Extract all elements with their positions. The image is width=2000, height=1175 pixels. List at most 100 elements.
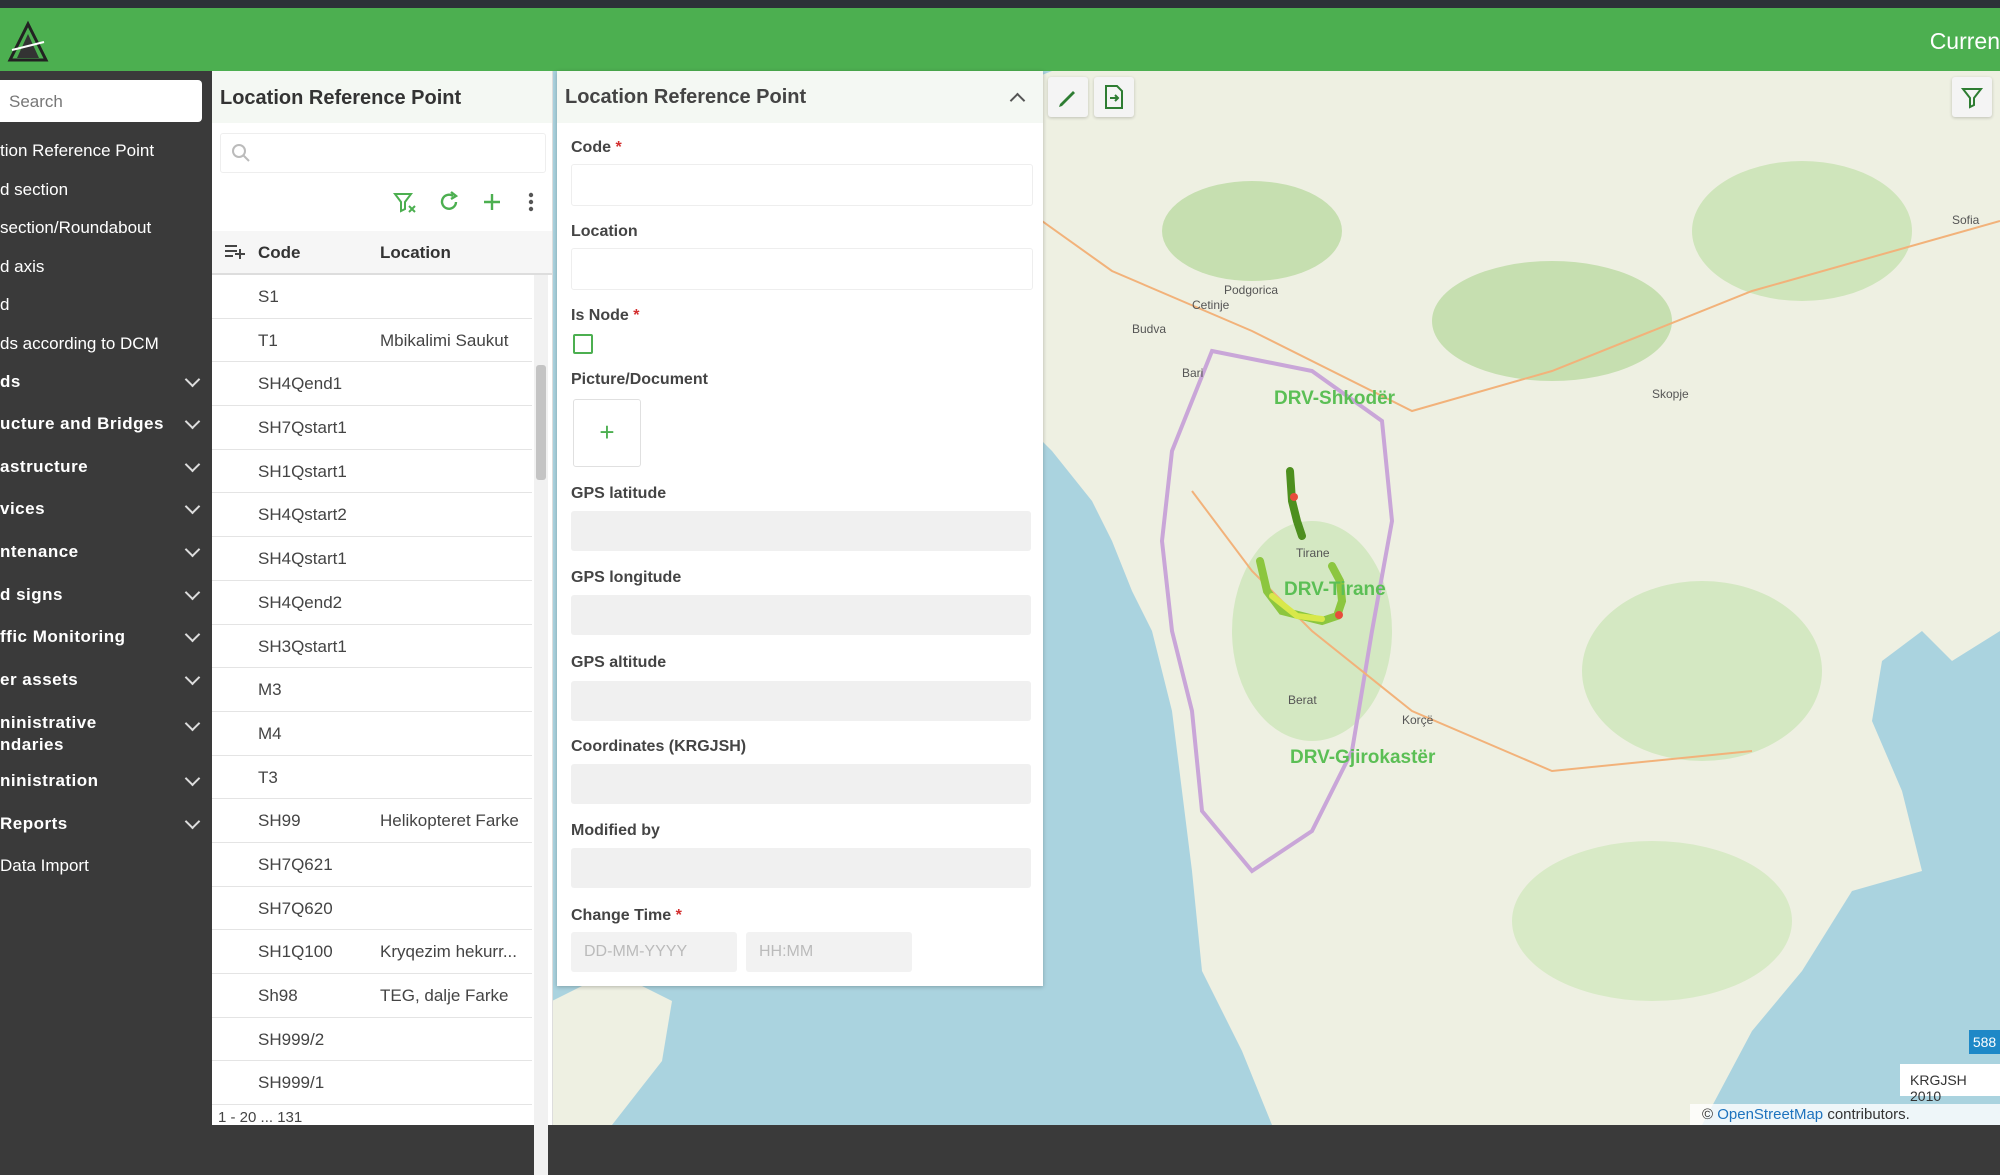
list-scrollbar[interactable] [534,275,548,1175]
chevron-down-icon [184,457,201,473]
route-point[interactable] [1335,611,1343,619]
sidebar-group-infrastructure[interactable]: astructure [0,457,212,477]
cell-location: Helikopteret Farke [380,811,519,831]
sidebar-group-other-assets[interactable]: er assets [0,670,212,690]
change-date-input[interactable]: DD-MM-YYYY [571,932,737,972]
cell-location: Mbikalimi Saukut [380,330,509,350]
column-header-location[interactable]: Location [380,243,451,263]
sidebar: Search tion Reference Point d section se… [0,71,212,1125]
forest-area [1692,161,1912,301]
column-header-code[interactable]: Code [258,243,301,263]
table-row[interactable]: SH4Qend2 [212,581,532,625]
forest-area [1582,581,1822,761]
export-document-button[interactable] [1094,77,1134,117]
add-icon[interactable] [479,189,505,215]
forest-area [1512,841,1792,1001]
chevron-down-icon [184,627,201,643]
table-row[interactable]: M3 [212,668,532,712]
add-picture-button[interactable]: + [573,399,641,467]
openstreetmap-link[interactable]: OpenStreetMap [1717,1106,1823,1123]
sidebar-search-placeholder: Search [9,92,63,111]
table-row[interactable]: Sh98 TEG, dalje Farke [212,974,532,1018]
table-row[interactable]: SH4Qend1 [212,362,532,407]
sidebar-group-road-signs[interactable]: d signs [0,585,212,605]
document-export-icon [1105,85,1123,109]
cell-code: M4 [258,723,282,743]
cell-code: SH7Q620 [258,898,333,918]
table-header: Code Location [212,231,552,275]
table-row[interactable]: SH7Qstart1 [212,406,532,450]
sidebar-item-label: d signs [0,585,64,604]
table-row[interactable]: M4 [212,712,532,756]
chevron-down-icon [184,771,201,787]
sidebar-group-administration[interactable]: ninistration [0,771,212,791]
sidebar-item-road-section[interactable]: d section [0,180,212,200]
place-label: Cetinje [1192,298,1230,312]
sidebar-item-road[interactable]: d [0,295,212,315]
current-user-label[interactable]: Curren [1930,28,2000,55]
sidebar-item-intersection[interactable]: section/Roundabout [0,218,212,238]
table-row[interactable]: T1 Mbikalimi Saukut [212,319,532,363]
location-input[interactable] [571,248,1033,290]
detail-form-panel: Location Reference Point Code * Location… [557,71,1043,986]
cell-code: SH4Qstart1 [258,549,347,569]
location-label: Location [571,223,638,240]
code-input[interactable] [571,164,1033,206]
is-node-checkbox[interactable] [573,334,593,354]
filter-clear-icon[interactable] [392,189,418,215]
sidebar-group-reports[interactable]: Reports [0,814,212,834]
sidebar-item-location-reference-point[interactable]: tion Reference Point [0,141,212,161]
map-scale-badge[interactable]: 588 [1969,1030,2000,1054]
sidebar-group-roads[interactable]: ds [0,372,212,392]
table-row[interactable]: S1 [212,275,532,319]
map-attribution: © OpenStreetMap contributors. [1690,1104,2000,1125]
table-row[interactable]: SH4Qstart1 [212,537,532,581]
app-logo-icon[interactable] [6,20,50,64]
table-row[interactable]: SH7Q620 [212,887,532,931]
table-row[interactable]: SH999/1 [212,1061,532,1106]
gps-latitude-field [571,511,1031,551]
table-row[interactable]: SH4Qstart2 [212,493,532,538]
place-label: Berat [1288,693,1317,707]
sidebar-item-data-import[interactable]: Data Import [0,856,212,876]
table-row[interactable]: T3 [212,756,532,800]
sidebar-item-label: ffic Monitoring [0,627,126,646]
chevron-up-icon[interactable] [1009,92,1026,109]
place-label: Skopje [1652,387,1689,401]
draw-edit-button[interactable] [1048,77,1088,117]
cell-location: TEG, dalje Farke [380,986,509,1005]
sidebar-item-label: section/Roundabout [0,218,152,237]
required-mark: * [675,907,682,924]
top-strip [0,0,2000,8]
refresh-icon[interactable] [436,189,462,215]
sidebar-group-services[interactable]: vices [0,499,212,519]
form-header: Location Reference Point [557,71,1043,123]
cell-code: SH999/2 [258,1029,325,1049]
sidebar-item-road-axis[interactable]: d axis [0,257,212,277]
route-point[interactable] [1290,493,1298,501]
table-row[interactable]: SH999/2 [212,1018,532,1062]
cell-code: SH999/1 [258,1073,325,1093]
list-scroll-thumb[interactable] [536,365,546,480]
sidebar-group-maintenance[interactable]: ntenance [0,542,212,562]
chevron-down-icon [184,814,201,830]
table-row[interactable]: SH1Q100 Kryqezim hekurr... [212,930,532,974]
more-options-icon[interactable] [518,189,544,215]
chevron-down-icon [184,414,201,430]
map-filter-button[interactable] [1952,77,1992,117]
sidebar-item-label: d axis [0,257,45,276]
table-row[interactable]: SH3Qstart1 [212,625,532,669]
table-row[interactable]: SH7Q621 [212,843,532,887]
change-time-input[interactable]: HH:MM [746,932,912,972]
place-label: Tirane [1296,546,1330,560]
region-label-tirane: DRV-Tirane [1284,579,1386,600]
list-search-input[interactable] [220,133,546,173]
sidebar-item-roads-dcm[interactable]: ds according to DCM [0,334,212,354]
sidebar-search-input[interactable]: Search [0,80,202,122]
table-row[interactable]: SH1Qstart1 [212,450,532,494]
sidebar-group-structure-bridges[interactable]: ucture and Bridges [0,414,212,434]
sidebar-group-administrative-boundaries[interactable]: ninistrative ndaries [0,712,212,756]
table-row[interactable]: SH99 Helikopteret Farke [212,799,532,843]
column-chooser-icon[interactable] [224,243,246,261]
sidebar-group-traffic-monitoring[interactable]: ffic Monitoring [0,627,212,647]
